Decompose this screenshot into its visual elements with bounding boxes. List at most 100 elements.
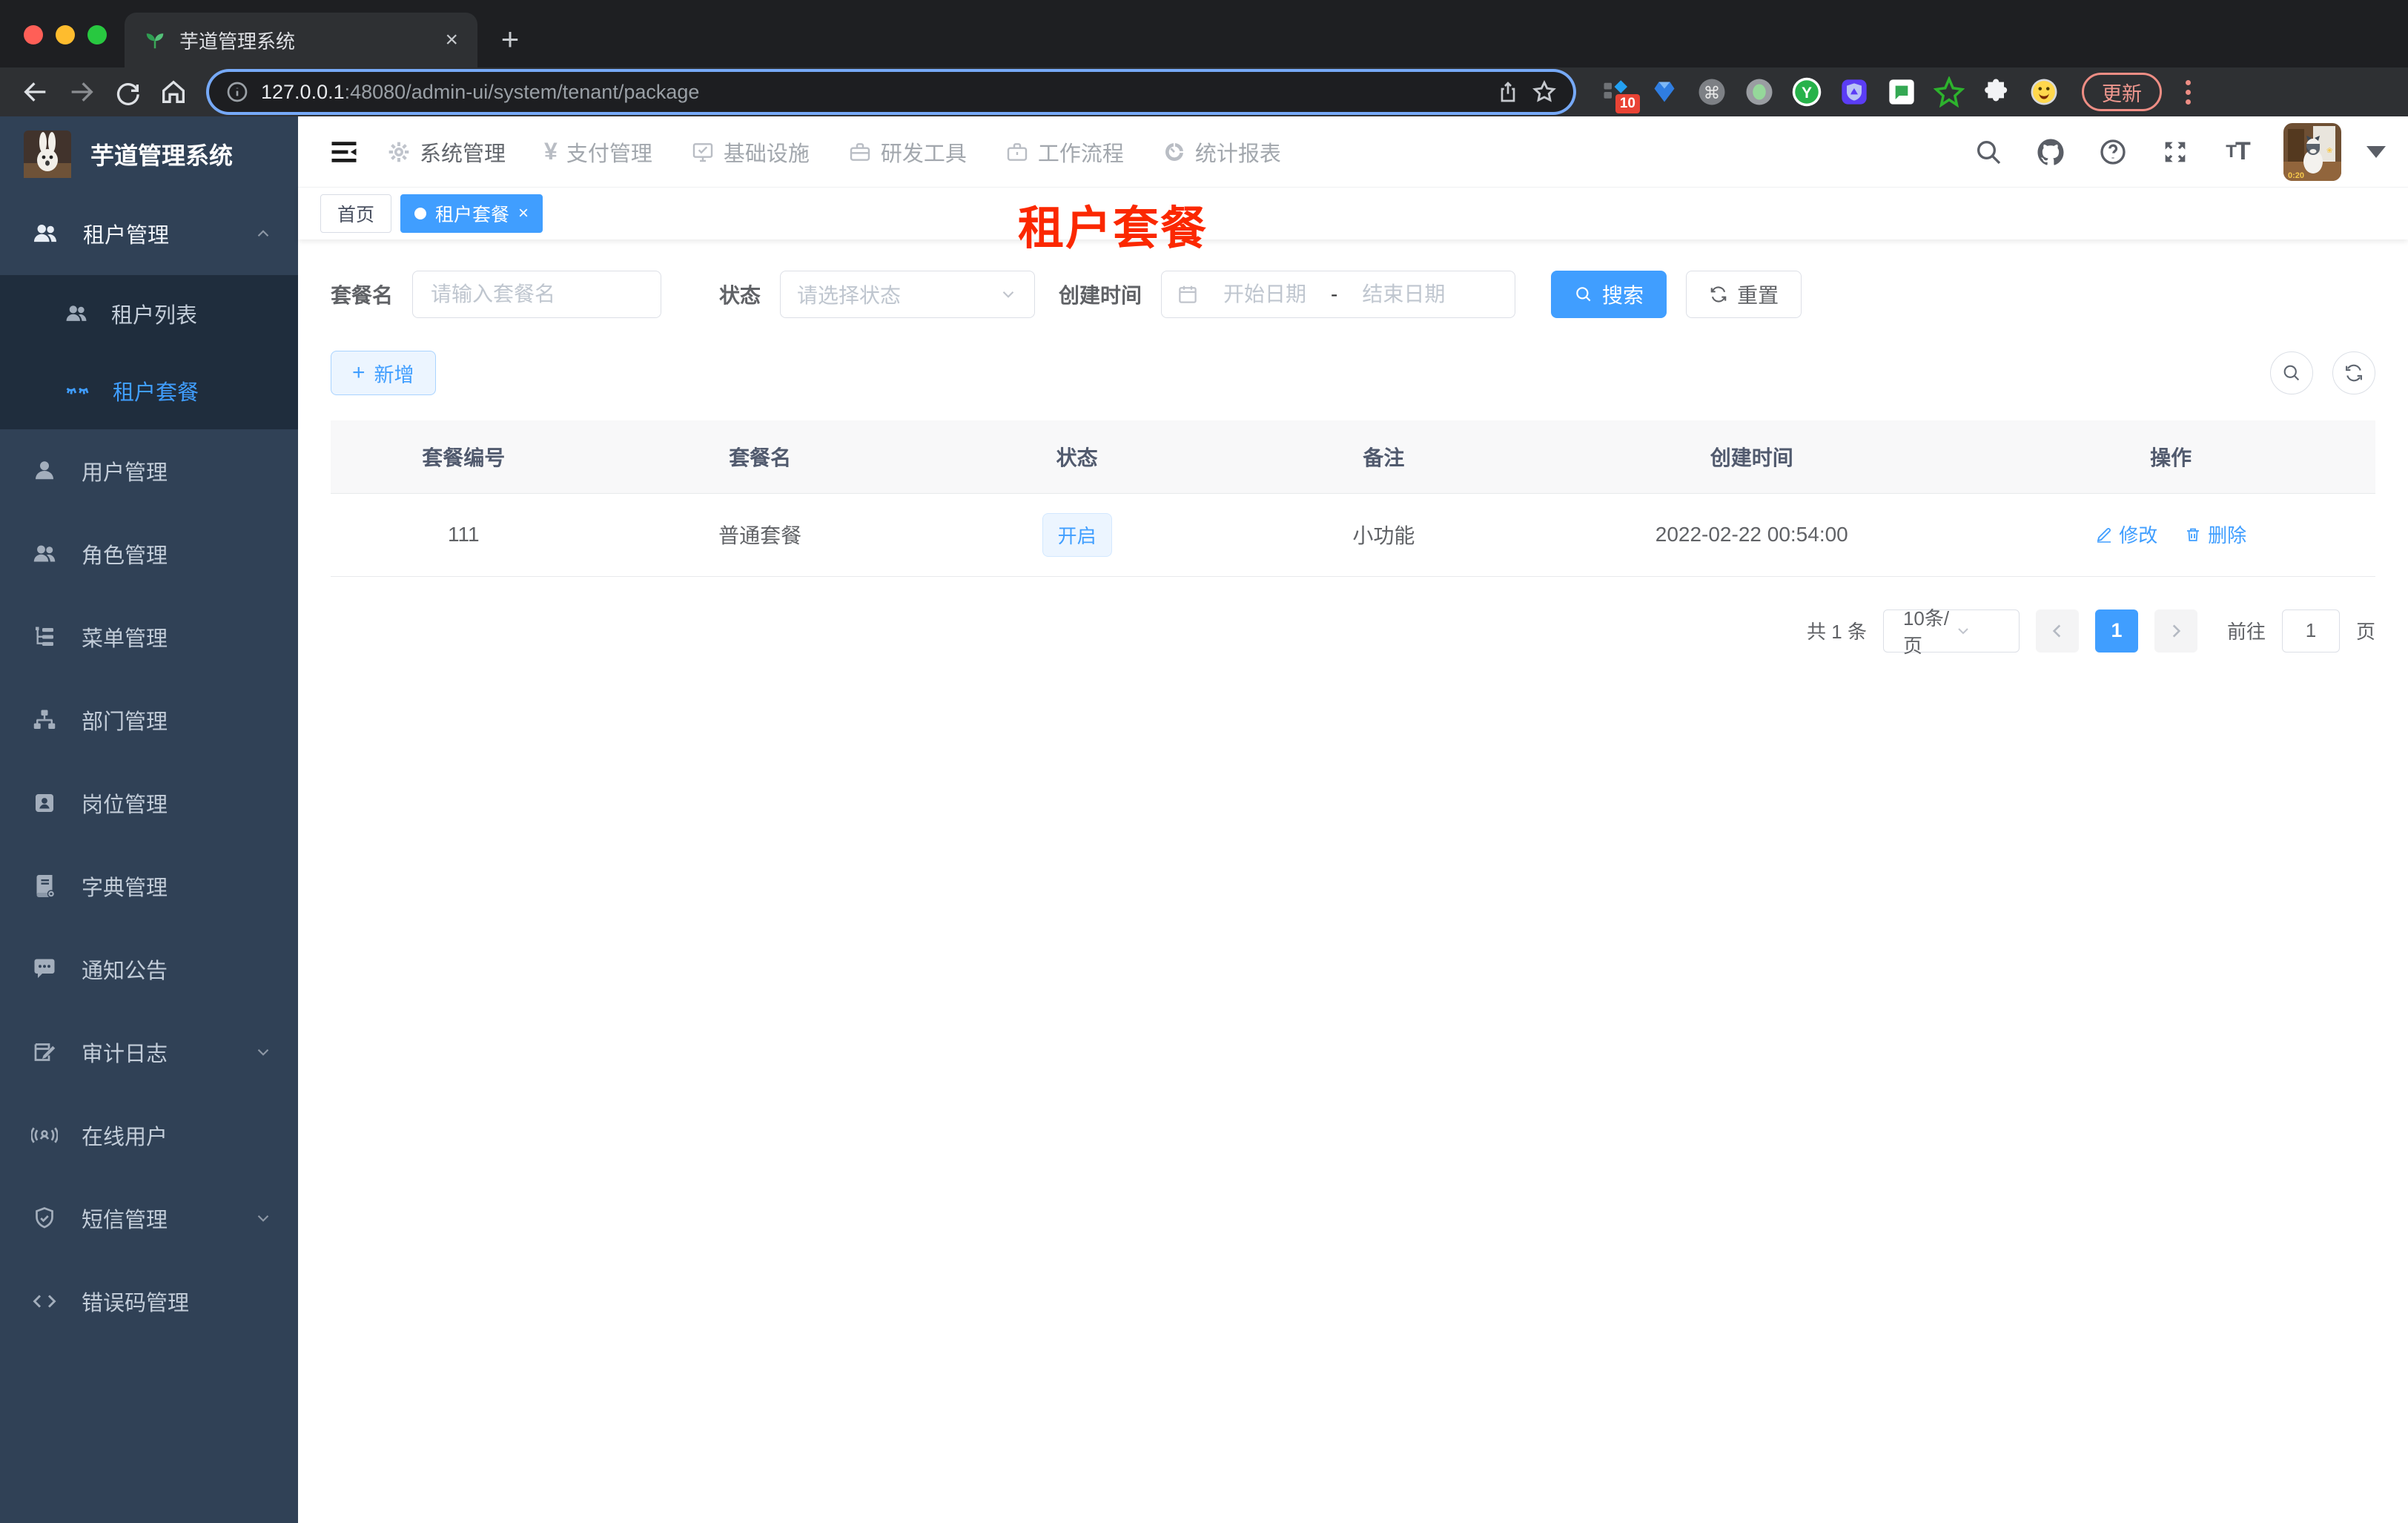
extension-green-dot-icon[interactable] (1744, 76, 1775, 108)
extension-diamond-icon[interactable]: 10 (1601, 76, 1640, 113)
browser-update-button[interactable]: 更新 (2082, 73, 2162, 111)
table-refresh-button[interactable] (2332, 351, 2375, 394)
extension-chat-icon[interactable] (1886, 76, 1917, 108)
reload-icon[interactable] (108, 73, 147, 111)
tab-title: 芋道管理系统 (179, 30, 296, 53)
sidebar-item-sms-management[interactable]: 短信管理 (0, 1177, 298, 1260)
table-toolbar: + 新增 (331, 351, 2375, 395)
sidebar-item-role-management[interactable]: 角色管理 (0, 512, 298, 595)
svg-text:0:20: 0:20 (2288, 171, 2304, 180)
refresh-icon (1709, 285, 1728, 304)
sidebar-item-online-users[interactable]: 在线用户 (0, 1094, 298, 1177)
sidebar-item-user-management[interactable]: 用户管理 (0, 429, 298, 512)
edit-link[interactable]: 修改 (2095, 521, 2157, 548)
fullscreen-icon[interactable] (2159, 136, 2192, 168)
back-icon[interactable] (16, 73, 55, 111)
page-number-button[interactable]: 1 (2094, 609, 2138, 653)
logo-rabbit-image (24, 131, 71, 178)
next-page-button[interactable] (2154, 609, 2197, 653)
top-menu-infra[interactable]: 基础设施 (691, 136, 810, 168)
caret-down-icon[interactable] (2366, 145, 2386, 158)
search-button[interactable]: 搜索 (1551, 271, 1667, 318)
top-menu-report[interactable]: 统计报表 (1162, 136, 1281, 168)
browser-tab[interactable]: 芋道管理系统 × (125, 13, 477, 67)
status-select[interactable]: 请选择状态 (780, 271, 1036, 318)
extensions-puzzle-icon[interactable] (1981, 76, 2012, 108)
package-icon (64, 377, 90, 404)
bookmark-star-icon[interactable] (1532, 79, 1557, 105)
extension-y-icon[interactable]: Y (1791, 76, 1822, 108)
package-name-input[interactable] (412, 271, 662, 318)
goto-page-input[interactable] (2281, 609, 2340, 653)
top-menu-devtools[interactable]: 研发工具 (848, 136, 967, 168)
close-window-button[interactable] (24, 25, 43, 44)
sidebar-item-audit-log[interactable]: 审计日志 (0, 1011, 298, 1094)
sidebar-submenu-tenant: 租户列表 租户套餐 (0, 275, 298, 429)
tag-home[interactable]: 首页 (320, 194, 392, 233)
end-date-input[interactable] (1348, 283, 1460, 306)
tag-close-icon[interactable]: × (518, 203, 529, 224)
forward-icon[interactable] (62, 73, 101, 111)
browser-menu-kebab-icon[interactable] (2186, 79, 2191, 105)
url-bar[interactable]: 127.0.0.1:48080/admin-ui/system/tenant/p… (209, 72, 1573, 112)
prev-page-button[interactable] (2035, 609, 2079, 653)
sidebar-item-dict-management[interactable]: 字典管理 (0, 845, 298, 928)
extension-star-icon[interactable] (1934, 76, 1965, 108)
sidebar-item-post-management[interactable]: 岗位管理 (0, 762, 298, 845)
tab-close-icon[interactable]: × (445, 27, 458, 53)
page-size-select[interactable]: 10条/页 (1882, 607, 2020, 657)
search-icon[interactable] (1972, 136, 2005, 168)
reset-button[interactable]: 重置 (1686, 271, 1802, 318)
table-search-toggle-button[interactable] (2270, 351, 2313, 394)
active-dot (414, 208, 427, 219)
sidebar-item-tenant-package[interactable]: 租户套餐 (0, 352, 298, 429)
browser-tab-strip: 芋道管理系统 × + (0, 0, 2408, 67)
sidebar-item-menu-management[interactable]: 菜单管理 (0, 595, 298, 678)
online-user-icon (31, 1122, 58, 1149)
date-separator: - (1331, 283, 1338, 305)
maximize-window-button[interactable] (87, 25, 107, 44)
share-icon[interactable] (1496, 80, 1520, 104)
col-actions: 操作 (1966, 420, 2375, 494)
svg-text:Y: Y (1802, 85, 1812, 102)
top-menu-payment[interactable]: ¥ 支付管理 (544, 136, 652, 168)
briefcase-icon (1005, 140, 1029, 164)
svg-text:❀: ❀ (2326, 147, 2332, 155)
start-date-input[interactable] (1209, 283, 1321, 306)
toolbox-icon (848, 140, 872, 164)
info-icon[interactable] (225, 80, 249, 104)
content: 套餐名 状态 请选择状态 创建时间 (298, 239, 2408, 1523)
home-icon[interactable] (154, 73, 193, 111)
users-icon (31, 219, 59, 248)
search-icon (1574, 285, 1593, 304)
sidebar-item-tenant-list[interactable]: 租户列表 (0, 275, 298, 352)
sidebar-item-department-management[interactable]: 部门管理 (0, 678, 298, 762)
cell-actions: 修改 删除 (1966, 493, 2375, 577)
filter-form: 套餐名 状态 请选择状态 创建时间 (331, 271, 2375, 318)
announcement-icon (31, 956, 58, 982)
avatar[interactable]: 0:20 ❀ (2283, 122, 2341, 181)
top-menu-workflow[interactable]: 工作流程 (1005, 136, 1124, 168)
github-icon[interactable] (2034, 136, 2067, 168)
extension-gem-icon[interactable] (1649, 76, 1680, 108)
browser-toolbar: 127.0.0.1:48080/admin-ui/system/tenant/p… (0, 67, 2408, 116)
add-button[interactable]: + 新增 (331, 351, 436, 395)
chevron-down-icon (999, 285, 1018, 304)
profile-emoji-icon[interactable] (2028, 76, 2060, 108)
new-tab-button[interactable]: + (488, 17, 532, 62)
minimize-window-button[interactable] (56, 25, 75, 44)
sidebar-collapse-icon[interactable] (320, 128, 368, 176)
font-size-icon[interactable]: TT (2221, 136, 2254, 168)
sms-shield-icon (31, 1205, 58, 1232)
date-range-picker[interactable]: - (1161, 271, 1516, 318)
extension-shield-icon[interactable] (1839, 76, 1870, 108)
extension-command-icon[interactable]: ⌘ (1696, 76, 1727, 108)
sidebar-item-tenant-management[interactable]: 租户管理 (0, 192, 298, 275)
sidebar-item-notice-management[interactable]: 通知公告 (0, 928, 298, 1011)
help-icon[interactable] (2097, 136, 2129, 168)
cell-created: 2022-02-22 00:54:00 (1537, 493, 1967, 577)
top-menu-system[interactable]: 系统管理 (387, 136, 506, 168)
sidebar-item-error-code[interactable]: 错误码管理 (0, 1260, 298, 1343)
tag-tenant-package[interactable]: 租户套餐 × (400, 194, 543, 233)
delete-link[interactable]: 删除 (2184, 521, 2246, 548)
